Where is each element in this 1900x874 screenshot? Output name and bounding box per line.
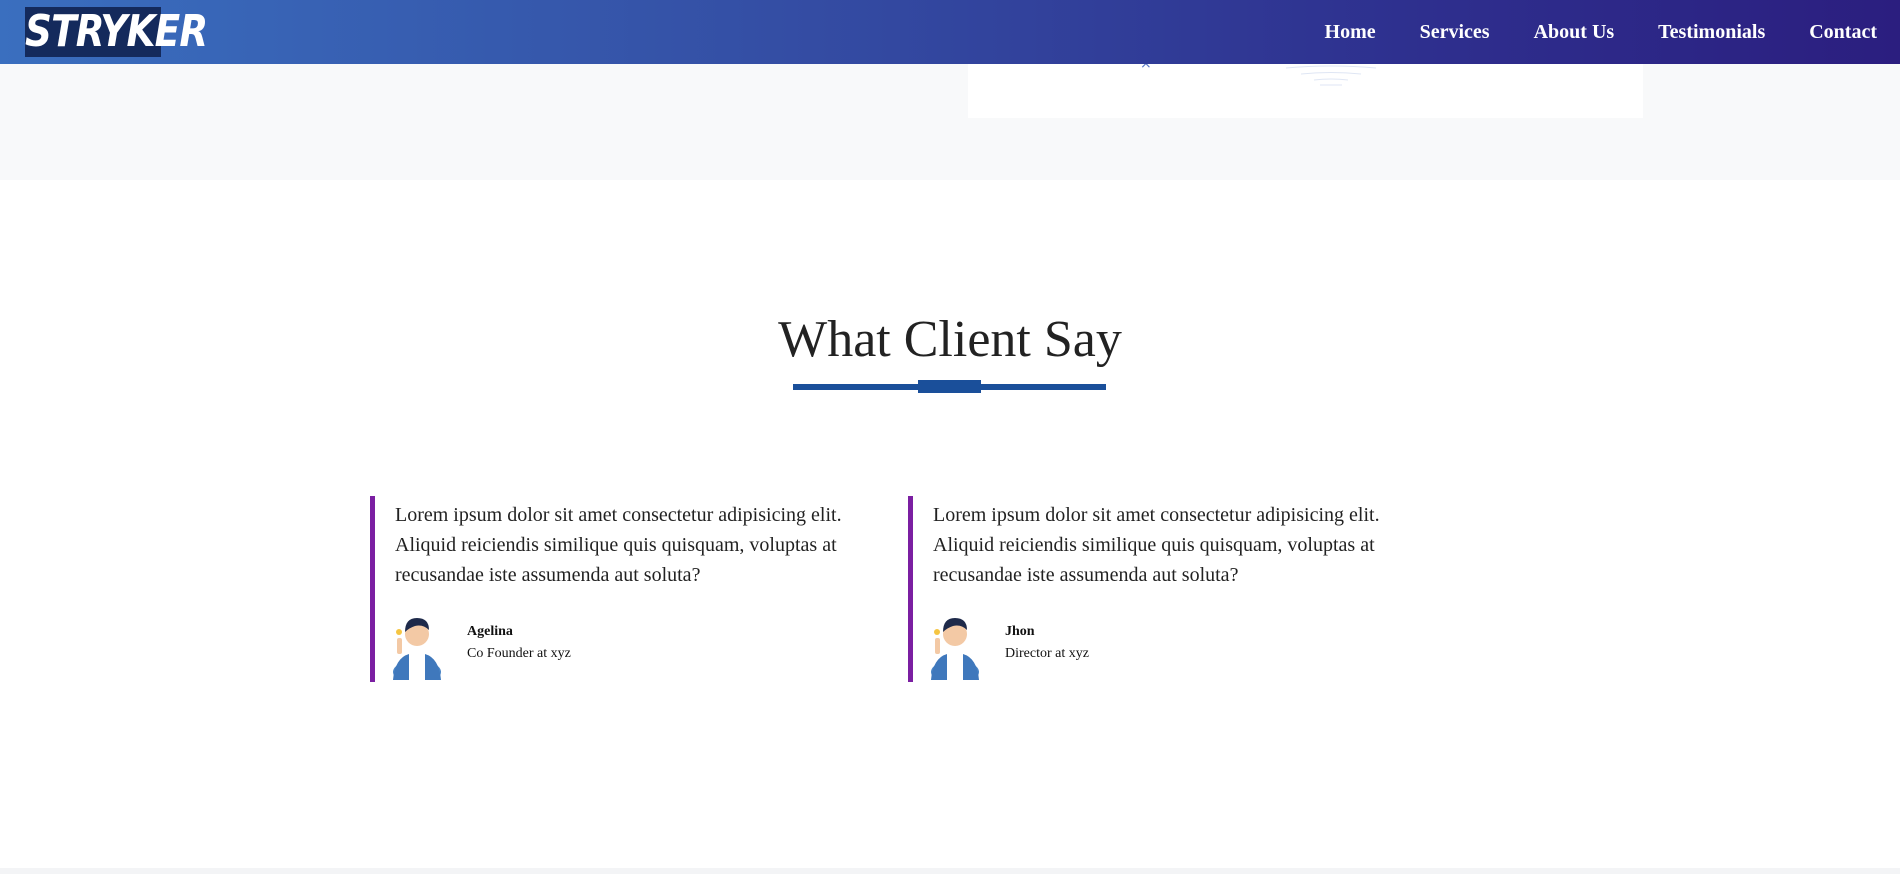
nav-contact[interactable]: Contact <box>1809 21 1877 44</box>
brand-logo[interactable]: STRYKER <box>25 7 208 57</box>
author-role: Director at xyz <box>1005 646 1089 661</box>
nav-services[interactable]: Services <box>1420 21 1490 44</box>
nav-home[interactable]: Home <box>1325 21 1376 44</box>
person-avatar-icon <box>931 618 979 680</box>
testimonial-author: Jhon Director at xyz <box>925 608 1225 680</box>
author-name: Jhon <box>1005 624 1035 639</box>
author-name: Agelina <box>467 624 513 639</box>
person-avatar-icon <box>393 618 441 680</box>
testimonial-card: Lorem ipsum dolor sit amet consectetur a… <box>370 496 890 682</box>
title-divider-accent <box>918 380 981 393</box>
main-nav: Home Services About Us Testimonials Cont… <box>1325 0 1877 64</box>
nav-testimonials[interactable]: Testimonials <box>1658 21 1765 44</box>
testimonial-quote: Lorem ipsum dolor sit amet consectetur a… <box>933 504 1380 586</box>
testimonial-card: Lorem ipsum dolor sit amet consectetur a… <box>908 496 1428 682</box>
testimonial-quote: Lorem ipsum dolor sit amet consectetur a… <box>395 504 842 586</box>
navbar: STRYKER Home Services About Us Testimoni… <box>0 0 1900 64</box>
author-role: Co Founder at xyz <box>467 646 571 661</box>
nav-about-us[interactable]: About Us <box>1534 21 1615 44</box>
section-title: What Client Say <box>778 311 1122 368</box>
next-section-edge <box>0 868 1900 874</box>
chart-lines-icon <box>1276 60 1386 86</box>
testimonial-author: Agelina Co Founder at xyz <box>387 608 687 680</box>
